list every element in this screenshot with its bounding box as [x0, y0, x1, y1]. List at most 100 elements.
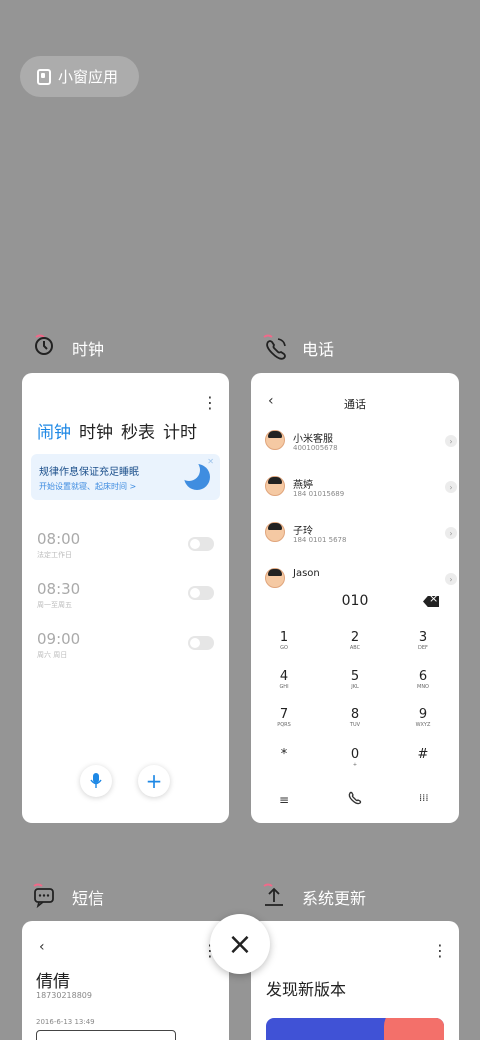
contact-name: 燕婷: [293, 480, 313, 491]
avatar: [265, 476, 285, 496]
key-letters: JKL: [351, 684, 359, 690]
keypad-icon[interactable]: ⁞⁞⁞: [419, 793, 429, 804]
avatar: [265, 430, 285, 450]
message-bubble: [36, 1030, 176, 1040]
banner-subtitle[interactable]: 开始设置就寝、起床时间 >: [39, 481, 136, 492]
add-alarm-button[interactable]: +: [138, 765, 170, 797]
dial-key-6[interactable]: 6 MNO: [408, 670, 438, 691]
conversation-number: 18730218809: [36, 991, 92, 1000]
contact-number: 184 01015689: [293, 490, 345, 498]
key-letters: GHI: [279, 684, 289, 690]
app-name-phone: 电话: [302, 340, 335, 359]
moon-icon: [178, 459, 210, 490]
key-number: *: [280, 747, 288, 762]
key-letters: DEF: [418, 645, 428, 651]
dial-key-9[interactable]: 9 WXYZ: [408, 708, 438, 729]
upload-icon: [262, 882, 292, 912]
close-icon[interactable]: ✕: [207, 457, 214, 466]
dial-key-star[interactable]: *: [269, 748, 299, 762]
contact-row[interactable]: 子玲 184 0101 5678 ›: [265, 522, 457, 558]
phone-title: 通话: [344, 398, 366, 411]
alarm-item[interactable]: 08:00 法定工作日: [37, 530, 80, 560]
contact-number: 4001005678: [293, 444, 338, 452]
more-icon[interactable]: ⋮: [202, 393, 218, 412]
conversation-name: 倩倩: [36, 972, 70, 992]
contact-row[interactable]: 燕婷 184 01015689 ›: [265, 476, 457, 512]
alarm-time: 09:00: [37, 630, 81, 648]
app-header-clock[interactable]: 时钟: [32, 333, 104, 363]
alarm-desc: 法定工作日: [37, 551, 72, 559]
clock-icon: [32, 333, 62, 363]
phone-card[interactable]: ‹ 通话 小米客服 4001005678 › 燕婷 184 01015689 ›…: [251, 373, 459, 823]
clock-tabs: 闹钟 时钟 秒表 计时: [37, 418, 197, 443]
microphone-icon: [90, 773, 102, 788]
more-icon[interactable]: ⋮: [432, 941, 448, 960]
small-window-label: 小窗应用: [58, 68, 119, 86]
key-number: 5: [350, 669, 360, 684]
alarm-item[interactable]: 08:30 周一至周五: [37, 580, 80, 610]
phone-call-icon[interactable]: [347, 790, 363, 809]
sleep-banner[interactable]: 规律作息保证充足睡眠 开始设置就寝、起床时间 > ✕: [31, 454, 220, 500]
chevron-right-icon[interactable]: ›: [445, 435, 457, 447]
key-number: 8: [350, 707, 360, 722]
dial-key-8[interactable]: 8 TUV: [340, 708, 370, 729]
key-number: #: [417, 747, 429, 762]
avatar: [265, 568, 285, 588]
key-number: 6: [418, 669, 428, 684]
chevron-right-icon[interactable]: ›: [445, 481, 457, 493]
close-all-button[interactable]: ×: [210, 914, 270, 974]
tab-stopwatch[interactable]: 秒表: [121, 418, 155, 443]
key-number: 7: [279, 707, 289, 722]
alarm-desc: 周一至周五: [37, 601, 72, 609]
contact-row[interactable]: 小米客服 4001005678 ›: [265, 430, 457, 466]
dial-key-5[interactable]: 5 JKL: [340, 670, 370, 691]
key-letters: ABC: [349, 645, 361, 651]
dial-key-0[interactable]: 0 +: [340, 748, 370, 769]
dial-key-7[interactable]: 7 PQRS: [269, 708, 299, 729]
key-number: 3: [418, 630, 428, 645]
dial-key-4[interactable]: 4 GHI: [269, 670, 299, 691]
key-letters: PQRS: [277, 722, 291, 728]
tab-timer[interactable]: 计时: [163, 418, 197, 443]
app-header-update[interactable]: 系统更新: [262, 882, 366, 912]
contact-number: 184 0101 5678: [293, 536, 347, 544]
chevron-right-icon[interactable]: ›: [445, 527, 457, 539]
alarm-time: 08:00: [37, 530, 81, 548]
sms-card[interactable]: ‹ ⋮ 倩倩 18730218809 2016-6-13 13:49: [22, 921, 229, 1040]
key-number: 4: [279, 669, 289, 684]
tab-clock[interactable]: 时钟: [79, 418, 113, 443]
contact-name: 小米客服: [293, 434, 333, 445]
alarm-toggle[interactable]: [188, 537, 214, 551]
alarm-toggle[interactable]: [188, 636, 214, 650]
key-letters: +: [352, 762, 358, 768]
alarm-desc: 周六 周日: [37, 651, 68, 659]
update-card[interactable]: ⋮ 发现新版本: [251, 921, 459, 1040]
dial-key-3[interactable]: 3 DEF: [408, 631, 438, 652]
contact-name: 子玲: [293, 526, 313, 537]
app-header-sms[interactable]: 短信: [32, 882, 104, 912]
alarm-time: 08:30: [37, 580, 81, 598]
key-letters: GO: [280, 645, 288, 651]
key-number: 0: [350, 747, 360, 762]
key-letters: MNO: [417, 684, 429, 690]
key-letters: TUV: [349, 722, 361, 728]
avatar: [265, 522, 285, 542]
chevron-right-icon[interactable]: ›: [445, 573, 457, 585]
back-icon[interactable]: ‹: [39, 939, 45, 955]
alarm-item[interactable]: 09:00 周六 周日: [37, 630, 80, 660]
menu-icon[interactable]: ≡: [279, 793, 289, 807]
app-name-sms: 短信: [72, 889, 105, 908]
dial-key-1[interactable]: 1 GO: [269, 631, 299, 652]
voice-button[interactable]: [80, 765, 112, 797]
key-letters: WXYZ: [415, 722, 431, 728]
dial-key-hash[interactable]: #: [408, 748, 438, 762]
key-number: 9: [418, 707, 428, 722]
alarm-toggle[interactable]: [188, 586, 214, 600]
message-date: 2016-6-13 13:49: [36, 1018, 95, 1026]
phone-icon: [262, 333, 292, 363]
app-header-phone[interactable]: 电话: [262, 333, 334, 363]
small-window-button[interactable]: 小窗应用: [20, 56, 139, 97]
tab-alarm[interactable]: 闹钟: [37, 418, 71, 443]
clock-card[interactable]: ⋮ 闹钟 时钟 秒表 计时 规律作息保证充足睡眠 开始设置就寝、起床时间 > ✕…: [22, 373, 229, 823]
dial-key-2[interactable]: 2 ABC: [340, 631, 370, 652]
